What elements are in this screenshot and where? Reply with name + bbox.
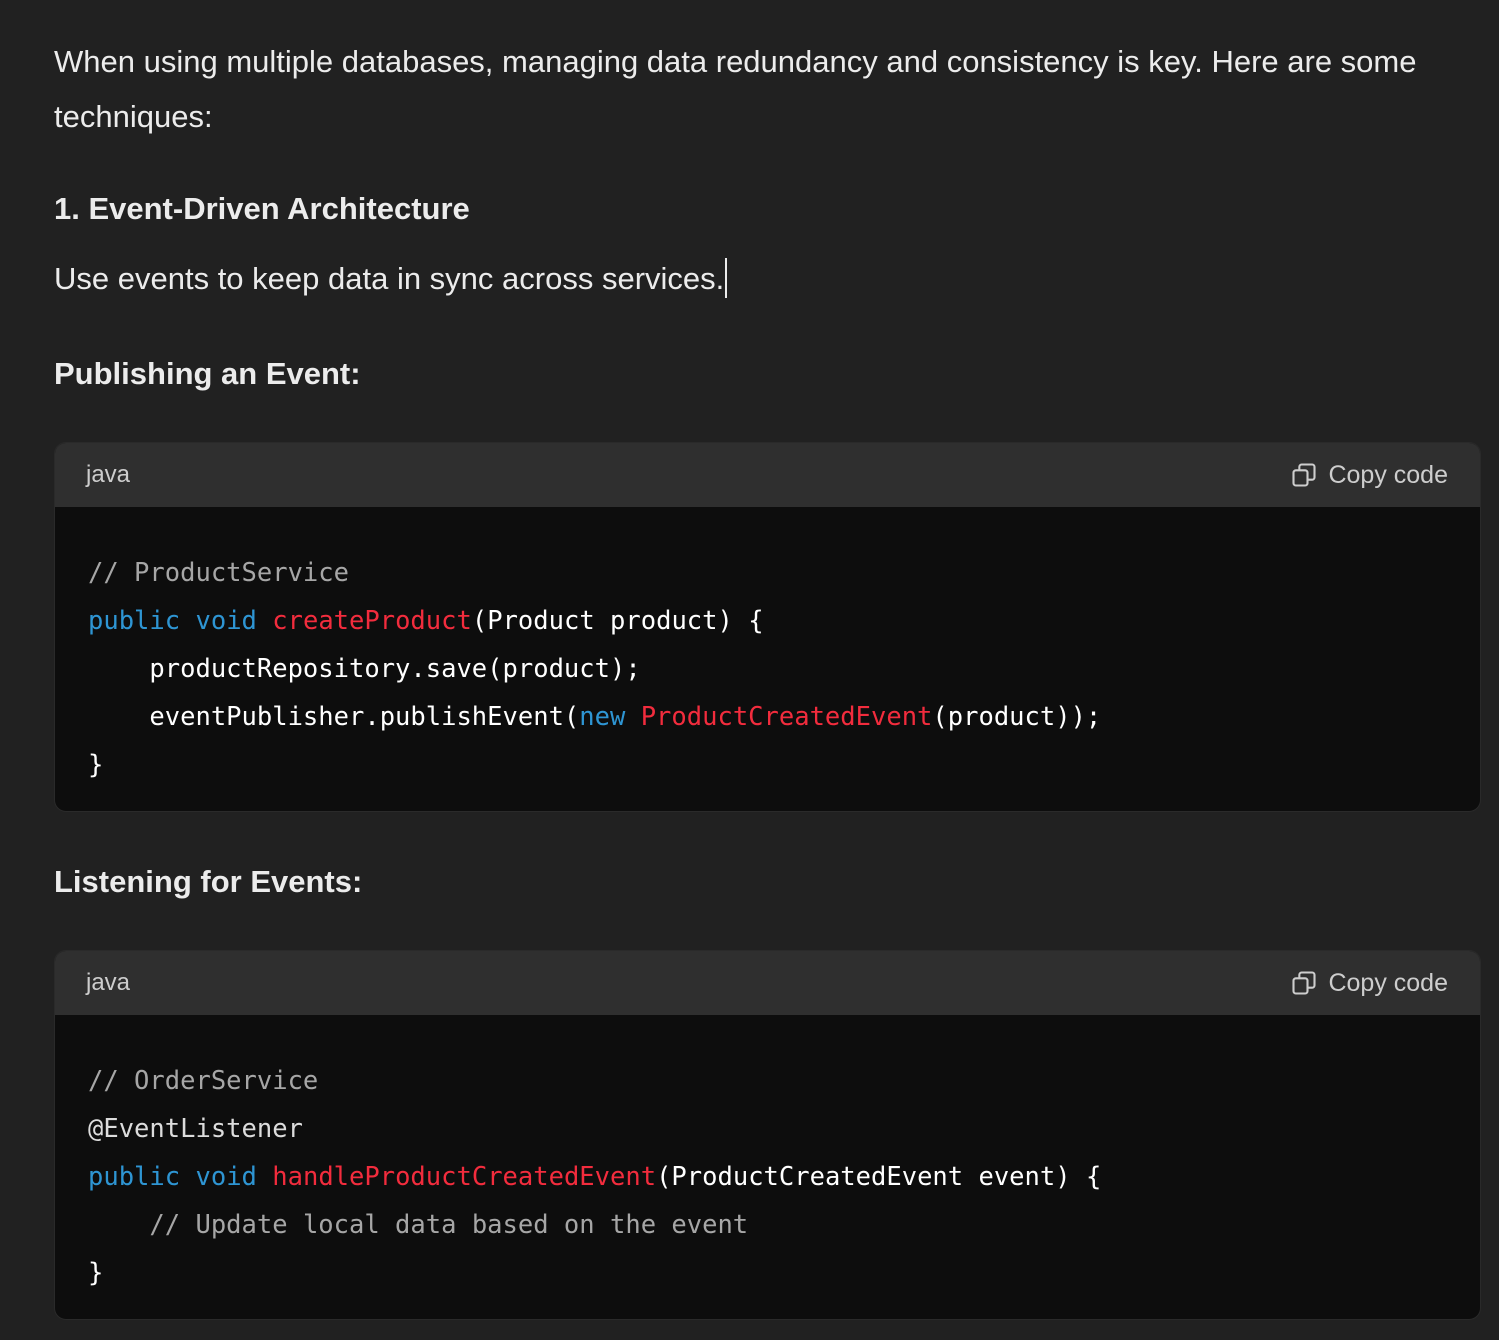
text-cursor xyxy=(725,258,728,298)
code-line: productRepository.save(product); xyxy=(88,645,1480,693)
code-token-keyword: void xyxy=(195,1162,257,1192)
code-token-plain: (Product product) { xyxy=(471,606,764,636)
code-token-keyword: void xyxy=(195,606,257,636)
code-line: } xyxy=(88,1249,1480,1297)
code-line: } xyxy=(88,741,1480,789)
section-paragraph: Use events to keep data in sync across s… xyxy=(54,258,728,298)
code-token-comment: // Update local data based on the event xyxy=(149,1210,749,1240)
code-line: eventPublisher.publishEvent(new ProductC… xyxy=(88,693,1480,741)
code-token-func: handleProductCreatedEvent xyxy=(272,1162,657,1192)
code-token-func: createProduct xyxy=(272,606,472,636)
code-block-publishing: java Copy code // ProductService public v… xyxy=(54,442,1481,812)
code-line: // Update local data based on the event xyxy=(88,1201,1480,1249)
code-token-plain: (product)); xyxy=(932,702,1102,732)
code-line: // OrderService xyxy=(88,1057,1480,1105)
copy-code-label: Copy code xyxy=(1328,460,1448,489)
code-token-plain: eventPublisher.publishEvent( xyxy=(88,702,580,732)
copy-icon xyxy=(1292,463,1317,487)
copy-icon xyxy=(1292,971,1317,995)
code-token-plain: productRepository.save(product); xyxy=(88,654,641,684)
intro-paragraph: When using multiple databases, managing … xyxy=(54,44,1417,134)
code-line: @EventListener xyxy=(88,1105,1480,1153)
publishing-heading: Publishing an Event: xyxy=(54,356,361,391)
code-token-keyword: public xyxy=(88,1162,181,1192)
code-token-keyword: public xyxy=(88,606,181,636)
code-header: java Copy code xyxy=(55,951,1480,1015)
code-header: java Copy code xyxy=(55,443,1480,507)
code-token-comment: // OrderService xyxy=(88,1066,319,1096)
code-line: public void createProduct(Product produc… xyxy=(88,597,1480,645)
code-token-plain: } xyxy=(88,750,104,780)
section-paragraph-text: Use events to keep data in sync across s… xyxy=(54,261,725,296)
copy-code-label: Copy code xyxy=(1328,968,1448,997)
code-token-comment: // ProductService xyxy=(88,558,349,588)
code-body[interactable]: // OrderService @EventListener public void… xyxy=(55,1015,1480,1297)
code-language-label: java xyxy=(86,461,131,488)
code-line: // ProductService xyxy=(88,549,1480,597)
copy-code-button[interactable]: Copy code xyxy=(1290,461,1448,490)
code-token-keyword: new xyxy=(579,702,626,732)
code-line: public void handleProductCreatedEvent(Pr… xyxy=(88,1153,1480,1201)
code-token-plain: } xyxy=(88,1258,104,1288)
section-heading-event-driven: 1. Event-Driven Architecture xyxy=(54,191,470,226)
code-token-func: ProductCreatedEvent xyxy=(640,702,933,732)
code-block-listening: java Copy code // OrderService @EventList… xyxy=(54,950,1481,1320)
listening-heading: Listening for Events: xyxy=(54,864,363,899)
code-token-annot: @EventListener xyxy=(88,1114,303,1144)
code-body[interactable]: // ProductService public void createProdu… xyxy=(55,507,1480,789)
copy-code-button[interactable]: Copy code xyxy=(1290,969,1448,998)
code-language-label: java xyxy=(86,969,131,996)
code-token-plain: (ProductCreatedEvent event) { xyxy=(656,1162,1102,1192)
